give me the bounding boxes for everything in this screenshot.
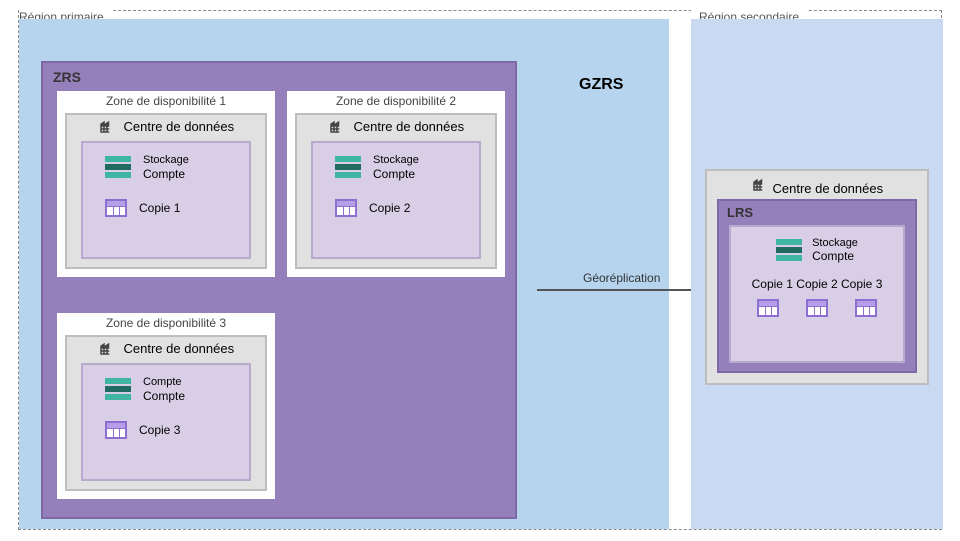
table-icon <box>855 299 877 317</box>
table-icon <box>757 299 779 317</box>
datacenter-label: Centre de données <box>773 181 884 196</box>
datacenter-title: Centre de données <box>67 339 265 360</box>
georeplication-label: Géoréplication <box>583 271 660 285</box>
building-icon <box>328 117 346 138</box>
copies-labels: Copie 1 Copie 2 Copie 3 <box>731 277 903 291</box>
storage-account-label: Stockage Compte <box>143 153 189 181</box>
storage-account-row: Stockage Compte <box>105 153 249 181</box>
availability-zone-3: Zone de disponibilité 3 Centre de donnée… <box>57 313 275 499</box>
storage-icon <box>105 378 131 400</box>
lrs-title: LRS <box>719 201 915 224</box>
table-icon <box>105 199 127 217</box>
storage-account-label: Stockage Compte <box>812 237 858 263</box>
storage-account-label: Compte Compte <box>143 375 185 403</box>
az1-title: Zone de disponibilité 1 <box>57 91 275 113</box>
storage-account-row: Stockage Compte <box>335 153 479 181</box>
copy-row: Copie 1 <box>105 199 249 217</box>
storage-account-box: Stockage Compte Copie 2 <box>311 141 481 259</box>
copy-label: Copie 3 <box>139 423 180 437</box>
table-icon <box>335 199 357 217</box>
storage-account-box: Compte Compte Copie 3 <box>81 363 251 481</box>
storage-account-row: Compte Compte <box>105 375 249 403</box>
building-icon <box>751 181 769 196</box>
copy-row: Copie 3 <box>105 421 249 439</box>
datacenter-box: Centre de données Stockage Compte <box>65 113 267 269</box>
table-icon <box>806 299 828 317</box>
zrs-title: ZRS <box>53 69 81 85</box>
az2-title: Zone de disponibilité 2 <box>287 91 505 113</box>
building-icon <box>98 339 116 360</box>
secondary-region: Centre de données LRS Stockage Compte Co… <box>691 19 943 529</box>
datacenter-title: Centre de données <box>297 117 495 138</box>
datacenter-label: Centre de données <box>124 119 235 134</box>
datacenter-title: Centre de données <box>707 171 927 196</box>
storage-account-label: Stockage Compte <box>373 153 419 181</box>
datacenter-title: Centre de données <box>67 117 265 138</box>
storage-icon <box>335 156 361 178</box>
az3-title: Zone de disponibilité 3 <box>57 313 275 335</box>
primary-region: GZRS ZRS Zone de disponibilité 1 Centre … <box>19 19 669 529</box>
datacenter-box: Centre de données Compte Compte C <box>65 335 267 491</box>
storage-icon <box>776 239 802 261</box>
datacenter-label: Centre de données <box>354 119 465 134</box>
availability-zone-2: Zone de disponibilité 2 Centre de donnée… <box>287 91 505 277</box>
storage-icon <box>105 156 131 178</box>
zrs-box: ZRS Zone de disponibilité 1 Centre de do… <box>41 61 517 519</box>
datacenter-label: Centre de données <box>124 341 235 356</box>
datacenter-box-secondary: Centre de données LRS Stockage Compte Co… <box>705 169 929 385</box>
storage-account-box: Stockage Compte Copie 1 Copie 2 Copie 3 <box>729 225 905 363</box>
lrs-box: LRS Stockage Compte Copie 1 Copie 2 Copi… <box>717 199 917 373</box>
copy-label: Copie 2 <box>369 201 410 215</box>
storage-account-row: Stockage Compte <box>731 237 903 263</box>
table-icon <box>105 421 127 439</box>
copies-icons <box>731 299 903 317</box>
copy-label: Copie 1 <box>139 201 180 215</box>
building-icon <box>98 117 116 138</box>
storage-account-box: Stockage Compte Copie 1 <box>81 141 251 259</box>
copy-row: Copie 2 <box>335 199 479 217</box>
availability-zone-1: Zone de disponibilité 1 Centre de donnée… <box>57 91 275 277</box>
datacenter-box: Centre de données Stockage Compte <box>295 113 497 269</box>
gzrs-label: GZRS <box>579 76 623 94</box>
diagram-frame: Région primaire Région secondaire GZRS Z… <box>18 10 942 530</box>
